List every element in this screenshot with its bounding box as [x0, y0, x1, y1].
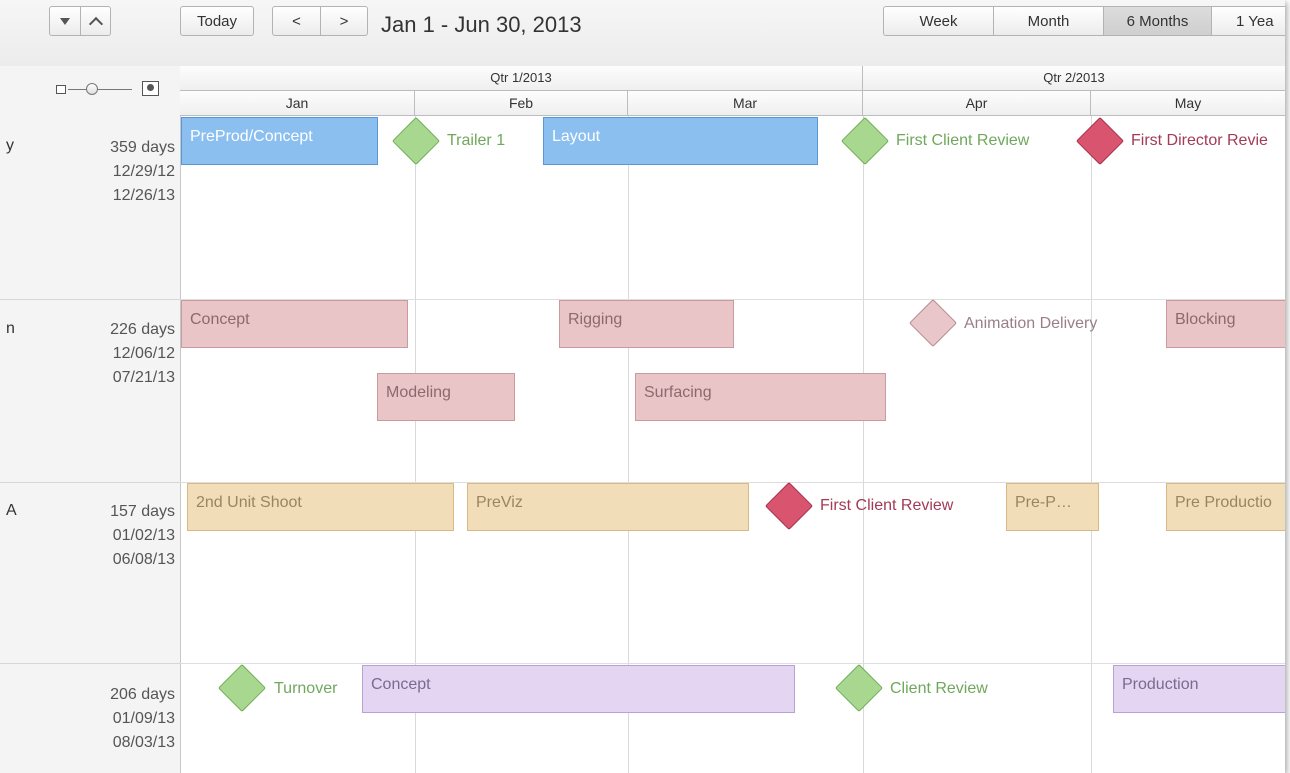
row-4-end: 08/03/13	[112, 734, 175, 751]
gantt-window: Today < > Jan 1 - Jun 30, 2013 Week Mont…	[0, 0, 1285, 773]
month-header-apr: Apr	[863, 91, 1091, 116]
milestone-label: Client Review	[890, 680, 988, 697]
milestone-label: Turnover	[274, 680, 338, 697]
toolbar: Today < > Jan 1 - Jun 30, 2013 Week Mont…	[0, 0, 1285, 67]
row-3-duration: 157 days	[110, 503, 175, 520]
task-bar[interactable]: PreProd/Concept	[181, 117, 378, 165]
row-3-info: 157 days 01/02/13 06/08/13	[0, 500, 175, 572]
task-bar[interactable]: Concept	[362, 665, 795, 713]
row-4-start: 01/09/13	[112, 710, 175, 727]
zoom-small-icon	[56, 85, 66, 94]
view-scale-group: Week Month 6 Months 1 Yea	[883, 6, 1285, 36]
row-3-end: 06/08/13	[112, 551, 175, 568]
arrow-down-icon	[60, 17, 70, 25]
row-1-start: 12/29/12	[112, 163, 175, 180]
view-month-button[interactable]: Month	[993, 7, 1103, 35]
task-bar[interactable]: Surfacing	[635, 373, 886, 421]
previous-period-button[interactable]: <	[273, 7, 320, 35]
task-bar[interactable]: Concept	[181, 300, 408, 348]
task-bar[interactable]: Modeling	[377, 373, 515, 421]
row-1-end: 12/26/13	[112, 187, 175, 204]
milestone-diamond-icon[interactable]	[908, 298, 958, 348]
task-bar[interactable]: Pre Productio	[1166, 483, 1285, 531]
task-bar[interactable]: Layout	[543, 117, 818, 165]
task-bar[interactable]: Rigging	[559, 300, 734, 348]
quarter-header-q1: Qtr 1/2013	[180, 66, 863, 91]
milestone-label: First Director Revie	[1131, 132, 1268, 149]
next-period-button[interactable]: >	[320, 7, 367, 35]
milestone-diamond-icon[interactable]	[834, 663, 884, 713]
row-2-end: 07/21/13	[112, 369, 175, 386]
next-row-button[interactable]	[50, 7, 80, 35]
prev-row-button[interactable]	[80, 7, 110, 35]
task-bar[interactable]: PreViz	[467, 483, 749, 531]
month-header-feb: Feb	[415, 91, 628, 116]
row-2-duration: 226 days	[110, 321, 175, 338]
chevron-up-icon	[88, 16, 103, 31]
row-separator	[180, 663, 1285, 664]
zoom-large-icon	[142, 81, 159, 96]
timeline-header: Qtr 1/2013 Qtr 2/2013 Jan Feb Mar Apr Ma…	[180, 66, 1285, 116]
zoom-slider[interactable]	[52, 81, 167, 97]
row-1-info: 359 days 12/29/12 12/26/13	[0, 136, 175, 208]
month-header-jan: Jan	[180, 91, 415, 116]
month-header-may: May	[1091, 91, 1285, 116]
view-1-year-button[interactable]: 1 Yea	[1211, 7, 1285, 35]
month-header-mar: Mar	[628, 91, 863, 116]
period-nav-group: < >	[272, 6, 368, 36]
row-separator	[0, 663, 180, 664]
zoom-knob[interactable]	[86, 83, 98, 95]
milestone-label: First Client Review	[896, 132, 1030, 149]
milestone-diamond-icon[interactable]	[764, 481, 814, 531]
today-group: Today	[180, 6, 254, 36]
milestone-label: First Client Review	[820, 497, 954, 514]
row-separator	[0, 299, 180, 300]
date-range-title: Jan 1 - Jun 30, 2013	[381, 12, 582, 37]
task-bar[interactable]: Blocking	[1166, 300, 1285, 348]
quarter-header-q2: Qtr 2/2013	[863, 66, 1285, 91]
row-2-info: 226 days 12/06/12 07/21/13	[0, 318, 175, 390]
row-nav-group	[49, 6, 111, 36]
row-separator	[0, 482, 180, 483]
gridline-may	[1091, 116, 1092, 773]
milestone-label: Trailer 1	[447, 132, 506, 149]
row-2-start: 12/06/12	[112, 345, 175, 362]
zoom-track[interactable]	[68, 89, 132, 90]
row-1-duration: 359 days	[110, 139, 175, 156]
row-4-info: 206 days 01/09/13 08/03/13	[0, 683, 175, 755]
row-3-start: 01/02/13	[112, 527, 175, 544]
today-button[interactable]: Today	[181, 7, 253, 35]
milestone-diamond-icon[interactable]	[1075, 116, 1125, 166]
task-bar[interactable]: Pre-P…	[1006, 483, 1099, 531]
task-bar[interactable]: Production	[1113, 665, 1285, 713]
view-week-button[interactable]: Week	[884, 7, 993, 35]
milestone-diamond-icon[interactable]	[391, 116, 441, 166]
milestone-diamond-icon[interactable]	[217, 663, 267, 713]
milestone-label: Animation Delivery	[964, 315, 1098, 332]
task-bar[interactable]: 2nd Unit Shoot	[187, 483, 454, 531]
view-6-months-button[interactable]: 6 Months	[1103, 7, 1211, 35]
milestone-diamond-icon[interactable]	[840, 116, 890, 166]
row-4-duration: 206 days	[110, 686, 175, 703]
